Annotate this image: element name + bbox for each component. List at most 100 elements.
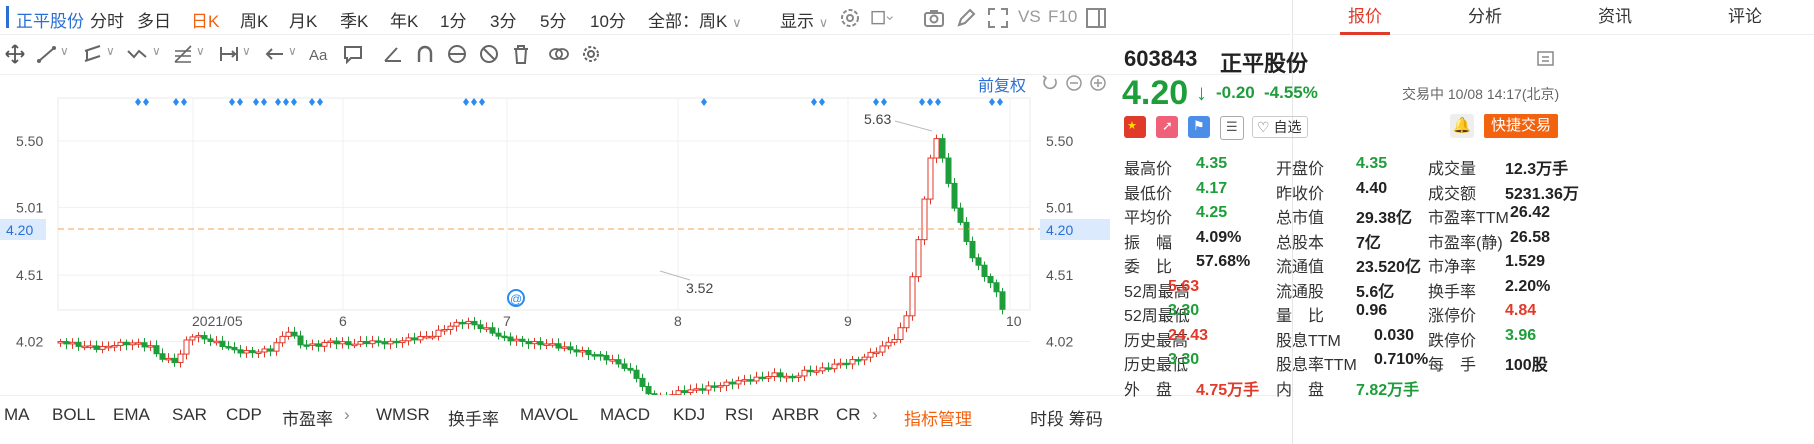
stat-label: 成交额 <box>1428 185 1477 203</box>
indicator-mavol[interactable]: MAVOL <box>520 405 578 425</box>
event-diamond-icon[interactable] <box>261 98 267 106</box>
candle-down <box>123 341 130 346</box>
candle-up <box>693 388 700 391</box>
stat-label: 换手率 <box>1428 283 1477 301</box>
indicator-boll[interactable]: BOLL <box>52 405 95 425</box>
stat-value: 7亿 <box>1356 234 1381 252</box>
candle-up <box>741 379 748 382</box>
event-diamond-icon[interactable] <box>317 98 323 106</box>
stat-value: 0.710% <box>1374 351 1429 368</box>
candle-down <box>225 346 232 349</box>
candle-down <box>591 354 598 357</box>
kline-chart[interactable]: 5.505.505.015.014.514.514.024.023.523.52… <box>0 0 1290 395</box>
indicator-ema[interactable]: EMA <box>113 405 150 425</box>
candle-down <box>75 341 82 347</box>
indicator-rsi[interactable]: RSI <box>725 405 753 425</box>
candle-down <box>957 207 964 223</box>
indicator-cr[interactable]: CR <box>836 405 861 425</box>
high-marker: 5.63 <box>864 111 891 127</box>
stat-value: 29.38亿 <box>1356 210 1413 227</box>
stat-value: 5.63 <box>1168 277 1200 295</box>
event-diamond-icon[interactable] <box>873 98 879 106</box>
event-diamond-icon[interactable] <box>229 98 235 106</box>
event-marker-icon[interactable]: @ <box>507 289 525 307</box>
event-diamond-icon[interactable] <box>275 98 281 106</box>
candle-down <box>939 138 946 159</box>
event-diamond-icon[interactable] <box>463 98 469 106</box>
note-icon[interactable]: ☰ <box>1220 116 1244 140</box>
indicator-kdj[interactable]: KDJ <box>673 405 705 425</box>
list-icon[interactable] <box>1536 50 1556 68</box>
event-diamond-icon[interactable] <box>479 98 485 106</box>
watchlist-button[interactable]: ♡ 自选 <box>1252 116 1308 138</box>
event-diamond-icon[interactable] <box>935 98 941 106</box>
stat-label: 开盘价 <box>1276 161 1325 178</box>
stat-label: 市盈率(静) <box>1428 234 1503 252</box>
y-tick-label-right: 5.01 <box>1046 199 1073 215</box>
tab-comments[interactable]: 评论 <box>1680 0 1810 34</box>
event-diamond-icon[interactable] <box>181 98 187 106</box>
tab-news[interactable]: 资讯 <box>1550 0 1680 34</box>
current-price: 4.20 <box>1122 74 1189 112</box>
candle-up <box>837 362 844 366</box>
event-diamond-icon[interactable] <box>919 98 925 106</box>
event-diamond-icon[interactable] <box>819 98 825 106</box>
event-diamond-icon[interactable] <box>173 98 179 106</box>
event-diamond-icon[interactable] <box>881 98 887 106</box>
candle-down <box>375 340 382 343</box>
candle-down <box>963 221 970 242</box>
event-diamond-icon[interactable] <box>997 98 1003 106</box>
indicator-wmsr[interactable]: WMSR <box>376 405 430 425</box>
stat-value: 0.030 <box>1374 326 1415 344</box>
stat-value: 3.96 <box>1505 326 1537 344</box>
event-diamond-icon[interactable] <box>143 98 149 106</box>
indicator-ma[interactable]: MA <box>4 405 30 425</box>
candle-up <box>609 359 616 362</box>
indicator-cdp[interactable]: CDP <box>226 405 262 425</box>
indicator-macd[interactable]: MACD <box>600 405 650 425</box>
indicator-arbr[interactable]: ARBR <box>772 405 819 425</box>
candle-down <box>141 342 148 348</box>
candle-up <box>903 315 910 329</box>
event-diamond-icon[interactable] <box>291 98 297 106</box>
event-diamond-icon[interactable] <box>701 98 707 106</box>
event-diamond-icon[interactable] <box>309 98 315 106</box>
chevron-right-icon[interactable]: › <box>872 405 878 425</box>
chart-frame <box>57 97 1031 311</box>
candle-up <box>429 335 436 339</box>
candle-up <box>447 325 454 331</box>
x-tick-label: 7 <box>503 313 511 329</box>
indicator-pe[interactable]: 市盈率 <box>282 405 333 430</box>
y-tick-label-left: 4.51 <box>16 267 43 283</box>
candle-up <box>147 345 154 348</box>
event-diamond-icon[interactable] <box>283 98 289 106</box>
candle-down <box>267 348 274 352</box>
candle-down <box>63 341 70 345</box>
china-flag-icon: ★ <box>1124 116 1146 138</box>
event-diamond-icon[interactable] <box>471 98 477 106</box>
indicator-sar[interactable]: SAR <box>172 405 207 425</box>
tag-icon: ⚑ <box>1188 116 1210 138</box>
stat-value: 5231.36万 <box>1505 185 1579 203</box>
indicator-manage-button[interactable]: 指标管理 <box>904 405 972 430</box>
candle-up <box>357 340 364 345</box>
quick-trade-button[interactable]: 快捷交易 <box>1484 114 1558 138</box>
candle-down <box>807 369 814 373</box>
chevron-right-icon[interactable]: › <box>344 405 350 425</box>
event-diamond-icon[interactable] <box>237 98 243 106</box>
heart-icon: ♡ <box>1257 119 1270 135</box>
event-diamond-icon[interactable] <box>253 98 259 106</box>
event-diamond-icon[interactable] <box>811 98 817 106</box>
margin-trading-icon: ➚ <box>1156 116 1178 138</box>
bell-icon[interactable]: 🔔 <box>1450 114 1474 138</box>
event-diamond-icon[interactable] <box>927 98 933 106</box>
candle-up <box>765 376 772 379</box>
event-diamond-icon[interactable] <box>135 98 141 106</box>
stat-label: 最高价 <box>1124 161 1173 178</box>
tab-quote[interactable]: 报价 <box>1300 0 1430 34</box>
period-chips-button[interactable]: 时段 筹码 <box>1030 405 1103 430</box>
indicator-turnover[interactable]: 换手率 <box>448 405 499 430</box>
tab-analysis[interactable]: 分析 <box>1420 0 1550 34</box>
candle-up <box>183 339 190 355</box>
event-diamond-icon[interactable] <box>989 98 995 106</box>
